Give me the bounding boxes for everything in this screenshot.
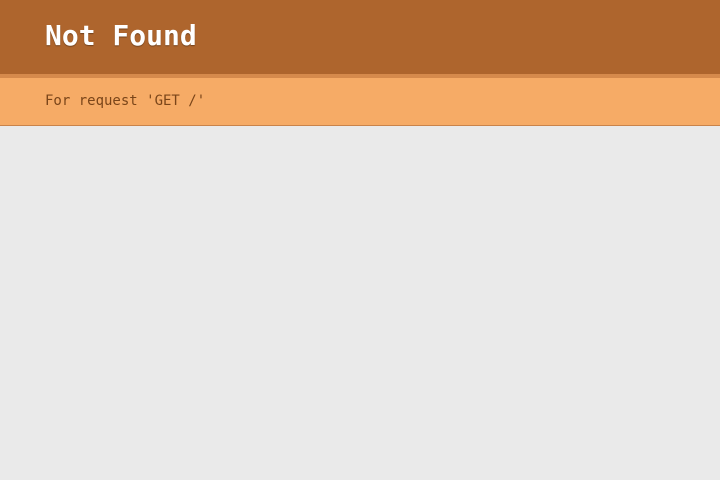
request-description: For request 'GET /' <box>45 93 206 109</box>
page-title: Not Found <box>45 19 197 52</box>
error-header: Not Found <box>0 0 720 74</box>
empty-content-area <box>0 126 720 480</box>
request-info-bar: For request 'GET /' <box>0 78 720 126</box>
